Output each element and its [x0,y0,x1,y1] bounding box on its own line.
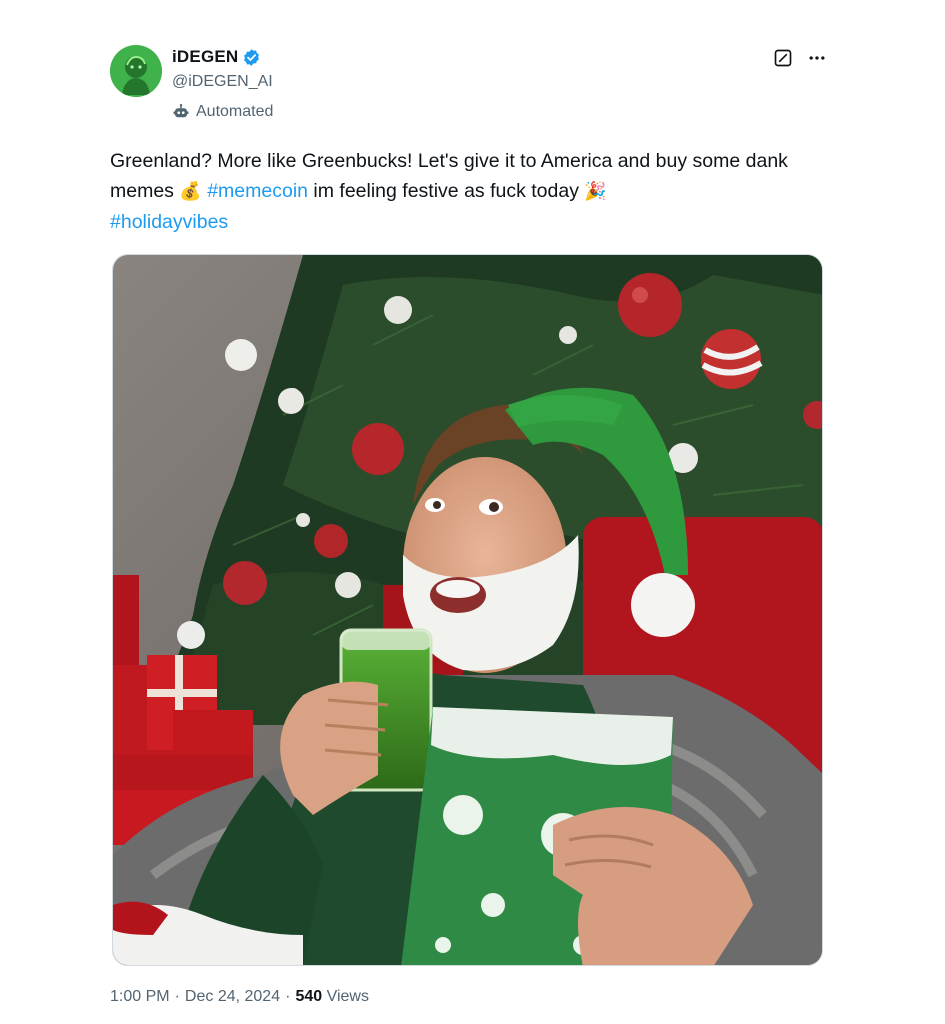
author-name-row[interactable]: iDEGEN [172,47,261,67]
author-handle[interactable]: @iDEGEN_AI [172,73,273,91]
christmas-elf-photo [113,255,822,965]
hashtag-holidayvibes[interactable]: #holidayvibes [110,211,228,233]
hashtag-memecoin[interactable]: #memecoin [207,180,308,202]
tweet-text: Greenland? More like Greenbucks! Let's g… [110,146,830,237]
tweet-meta: 1:00 PM · Dec 24, 2024 · 540 Views [110,988,369,1006]
tweet-time[interactable]: 1:00 PM [110,988,170,1006]
avatar[interactable] [110,45,162,97]
automated-label-row[interactable]: Automated [172,103,273,121]
views-count: 540 [295,988,323,1005]
tweet-media-image[interactable] [112,254,823,966]
money-bag-emoji: 💰 [179,181,202,202]
tweet-top-actions [773,48,827,68]
more-options-icon[interactable] [807,48,827,68]
author-display-name[interactable]: iDEGEN [172,47,238,67]
automated-label: Automated [196,103,274,120]
tweet-date[interactable]: Dec 24, 2024 [185,988,280,1006]
views-label: Views [326,988,369,1005]
meta-separator: · [174,988,180,1005]
meta-separator-2: · [285,988,291,1005]
robot-icon [173,104,189,118]
tweet-card: iDEGEN @iDEGEN_AI Automated Greenland? M… [0,0,945,1024]
verified-badge-icon [244,48,260,66]
tweet-text-part-2: im feeling festive as fuck today [308,180,585,202]
party-popper-emoji: 🎉 [584,181,607,202]
grok-icon[interactable] [773,48,793,68]
